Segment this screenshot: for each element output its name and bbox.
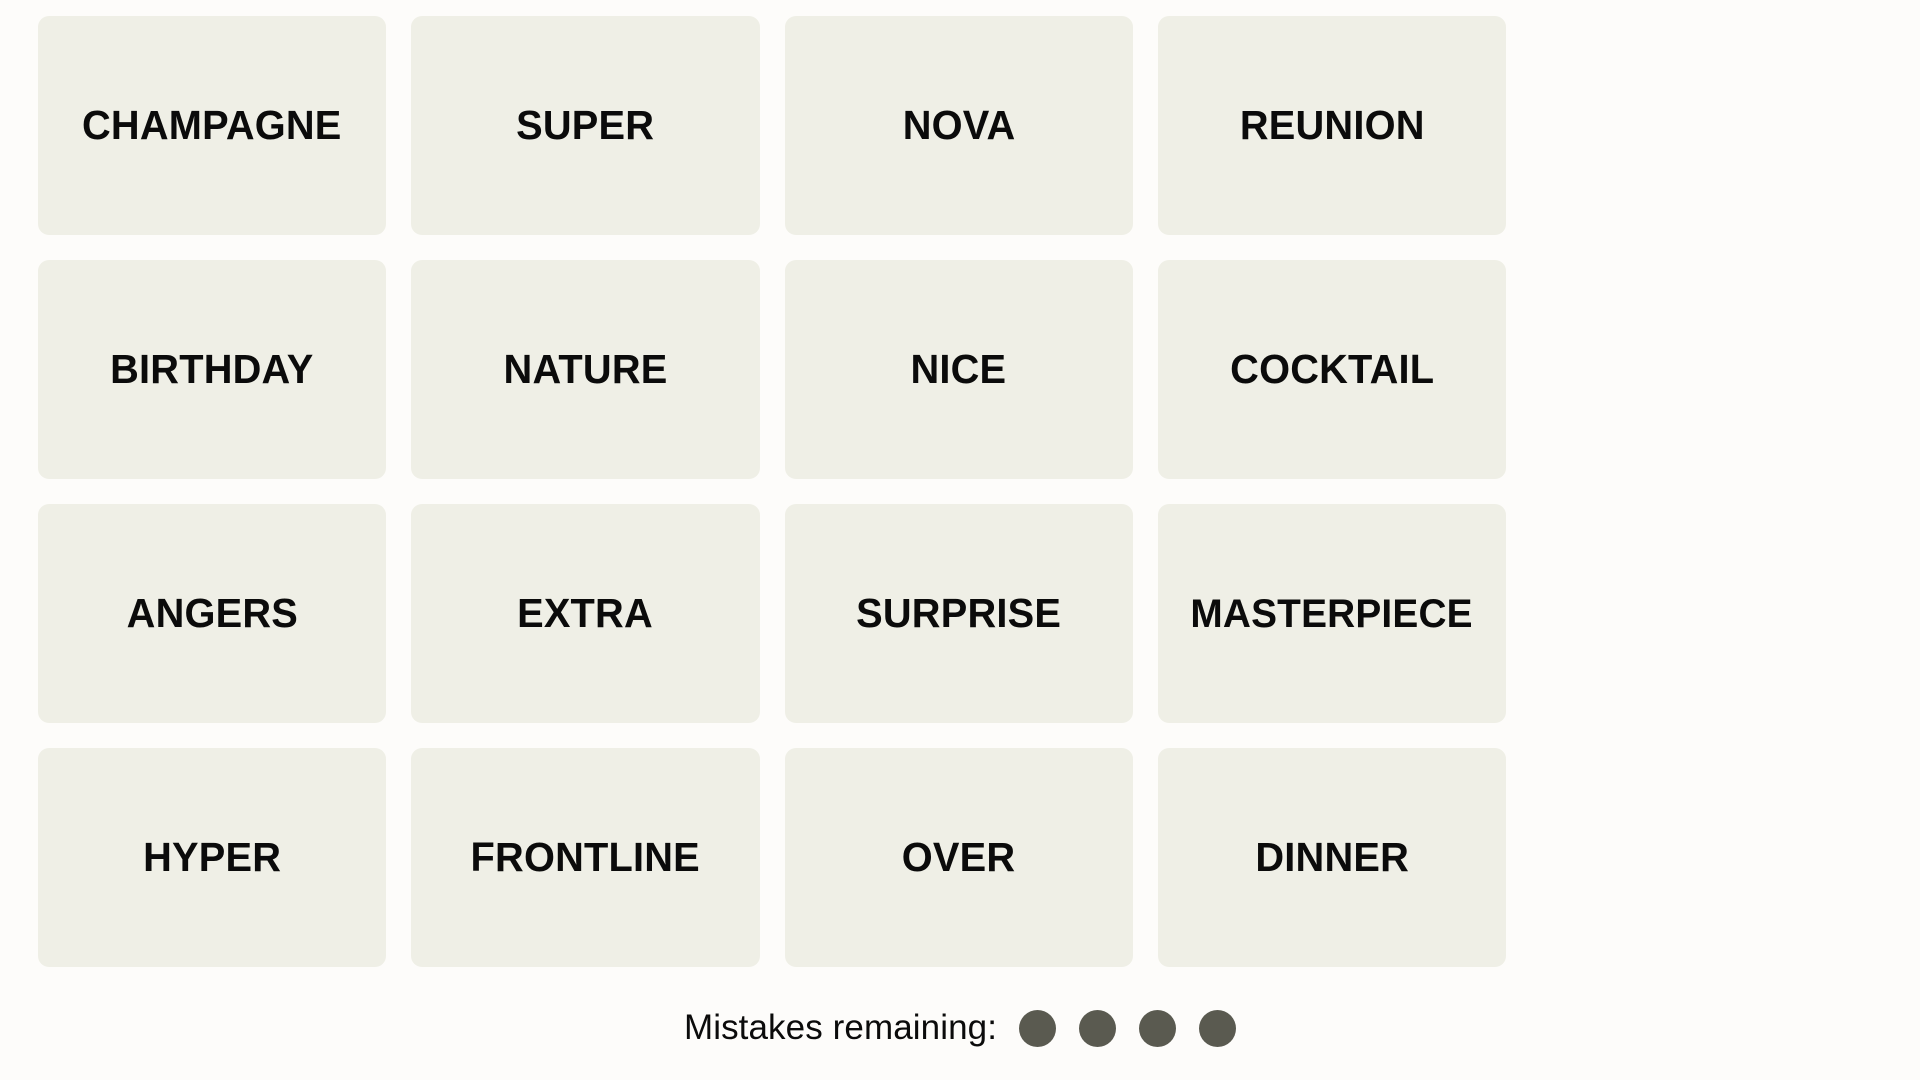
word-tile-label: OVER xyxy=(901,834,1016,880)
word-tile[interactable]: NOVA xyxy=(784,16,1133,235)
word-tile-label: DINNER xyxy=(1255,834,1409,880)
word-tile-label: FRONTLINE xyxy=(470,834,701,880)
word-tile-label: MASTERPIECE xyxy=(1190,591,1474,636)
word-tile-label: NATURE xyxy=(503,346,668,392)
word-tile-label: NICE xyxy=(910,346,1007,392)
word-tile[interactable]: REUNION xyxy=(1157,16,1506,235)
word-tile-label: ANGERS xyxy=(126,590,298,636)
mistake-dot xyxy=(1079,1009,1117,1047)
word-tile-label: SUPER xyxy=(516,102,655,148)
mistake-dot xyxy=(1139,1009,1177,1047)
word-tile-label: EXTRA xyxy=(517,590,654,636)
word-tile[interactable]: DINNER xyxy=(1157,748,1506,967)
mistake-dot xyxy=(1019,1009,1057,1047)
word-tile[interactable]: CHAMPAGNE xyxy=(38,16,387,235)
word-tile-label: CHAMPAGNE xyxy=(82,102,342,148)
word-tile[interactable]: SUPER xyxy=(411,16,760,235)
word-tile[interactable]: SURPRISE xyxy=(784,504,1133,723)
word-tile[interactable]: HYPER xyxy=(38,748,387,967)
word-tile[interactable]: NICE xyxy=(784,260,1133,479)
word-tile-label: BIRTHDAY xyxy=(110,346,314,392)
mistakes-remaining-dots xyxy=(1019,1009,1237,1047)
word-tile[interactable]: COCKTAIL xyxy=(1157,260,1506,479)
word-tile-label: REUNION xyxy=(1239,102,1425,148)
word-tile[interactable]: EXTRA xyxy=(411,504,760,723)
mistakes-remaining-label: Mistakes remaining: xyxy=(683,1008,998,1047)
word-tile-grid: CHAMPAGNE SUPER NOVA REUNION BIRTHDAY NATURE N… xyxy=(38,16,1506,967)
mistakes-remaining-row: Mistakes remaining: xyxy=(0,1008,1920,1048)
word-tile[interactable]: MASTERPIECE xyxy=(1157,504,1506,723)
word-tile-label: SURPRISE xyxy=(856,590,1062,636)
mistake-dot xyxy=(1199,1009,1237,1047)
word-tile[interactable]: OVER xyxy=(784,748,1133,967)
word-tile[interactable]: NATURE xyxy=(411,260,760,479)
connections-game-board: CHAMPAGNE SUPER NOVA REUNION BIRTHDAY NATURE N… xyxy=(0,0,1920,1080)
word-tile-label: NOVA xyxy=(902,102,1015,148)
word-tile-label: COCKTAIL xyxy=(1229,346,1434,392)
word-tile-label: HYPER xyxy=(143,834,282,880)
word-tile[interactable]: FRONTLINE xyxy=(411,748,760,967)
word-tile[interactable]: ANGERS xyxy=(38,504,387,723)
word-tile[interactable]: BIRTHDAY xyxy=(38,260,387,479)
